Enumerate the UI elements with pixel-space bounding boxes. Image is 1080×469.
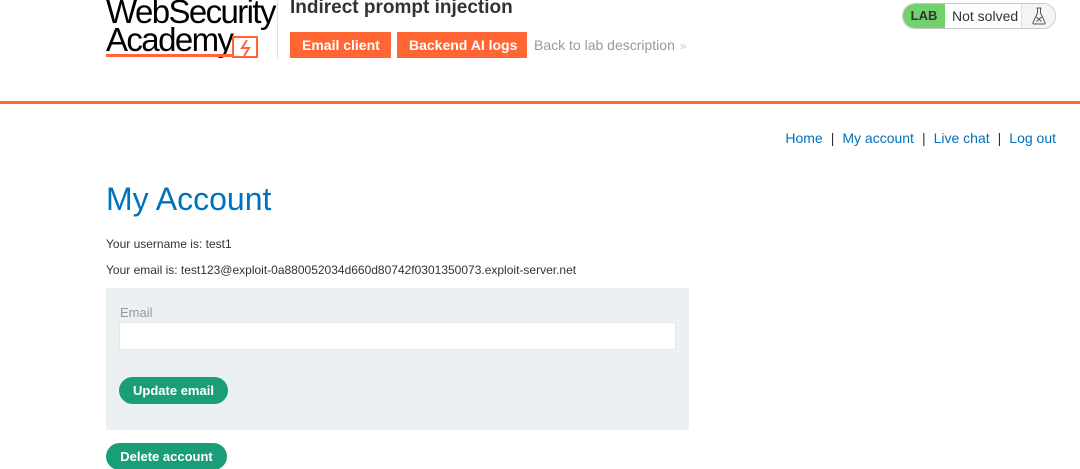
backend-ai-logs-button[interactable]: Backend AI logs: [397, 32, 527, 58]
email-line: Your email is: test123@exploit-0a8800520…: [106, 263, 577, 277]
email-label: Email: [120, 305, 153, 320]
email-input[interactable]: [119, 322, 676, 350]
change-email-form: Email Update email: [106, 288, 689, 430]
page-title: My Account: [106, 181, 272, 217]
nav-my-account-link[interactable]: My account: [842, 130, 914, 146]
back-to-lab-description-link[interactable]: Back to lab description »: [534, 37, 687, 53]
double-chevron-right-icon: »: [679, 39, 687, 53]
flask-icon: [1032, 7, 1046, 25]
back-link-label: Back to lab description: [534, 37, 675, 53]
delete-account-button[interactable]: Delete account: [106, 443, 227, 469]
lab-flask-box: [1021, 4, 1055, 28]
top-nav: Home | My account | Live chat | Log out: [785, 130, 1056, 146]
username-line: Your username is: test1: [106, 237, 232, 251]
nav-separator: |: [921, 130, 926, 146]
email-client-button[interactable]: Email client: [290, 32, 391, 58]
academy-header: WebSecurity Academy Indirect prompt inje…: [0, 0, 1080, 104]
nav-live-chat-link[interactable]: Live chat: [934, 130, 990, 146]
lab-status-text: Not solved: [952, 8, 1019, 24]
lightning-bolt-icon: [240, 39, 251, 57]
update-email-button[interactable]: Update email: [119, 377, 228, 404]
nav-log-out-link[interactable]: Log out: [1009, 130, 1056, 146]
lab-badge: LAB: [903, 4, 945, 28]
web-security-academy-logo[interactable]: WebSecurity Academy: [106, 0, 278, 64]
lab-status-widget: LAB Not solved: [902, 3, 1056, 29]
logo-bolt-box: [232, 36, 258, 58]
nav-separator: |: [830, 130, 835, 146]
logo-divider: [277, 0, 278, 58]
nav-home-link[interactable]: Home: [785, 130, 822, 146]
lab-title: Indirect prompt injection: [290, 0, 513, 18]
nav-separator: |: [997, 130, 1002, 146]
